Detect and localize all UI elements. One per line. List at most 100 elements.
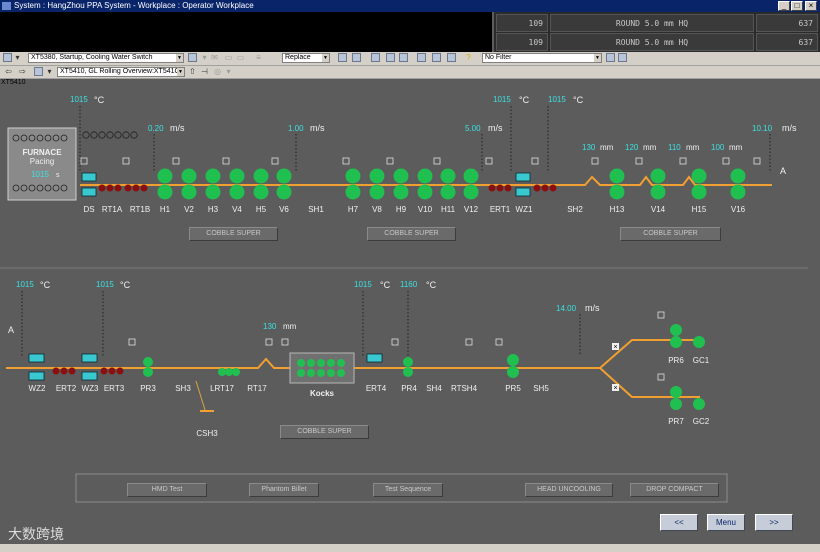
svg-text:ERT4: ERT4 xyxy=(366,384,387,393)
refresh-icon[interactable]: ◎ xyxy=(213,67,222,76)
forward-arrow-icon[interactable]: ⇨ xyxy=(18,67,27,76)
list-icon[interactable]: ≡ xyxy=(254,53,263,62)
temp-unit: °C xyxy=(94,95,105,105)
svg-text:V2: V2 xyxy=(184,205,194,214)
cobble-super-button[interactable]: COBBLE SUPER xyxy=(620,227,721,241)
cobble-super-button[interactable]: COBBLE SUPER xyxy=(280,425,369,439)
temp-unit: °C xyxy=(519,95,530,105)
chevron-down-icon: ▼ xyxy=(594,54,601,62)
phantom-billet-button[interactable]: Phantom Billet xyxy=(249,483,319,497)
svg-text:WZ2: WZ2 xyxy=(29,384,46,393)
dimension-unit: mm xyxy=(600,143,614,152)
pin-icon[interactable]: ⊣ xyxy=(200,67,209,76)
svg-text:H7: H7 xyxy=(348,205,359,214)
grid-icon[interactable] xyxy=(352,53,361,62)
hmd-test-button[interactable]: HMD Test xyxy=(127,483,207,497)
kocks-label: Kocks xyxy=(310,389,335,398)
title-bar: System : HangZhou PPA System - Workplace… xyxy=(0,0,820,12)
dropdown-icon[interactable]: ▾ xyxy=(224,67,233,76)
menu-button[interactable]: Menu xyxy=(707,514,745,531)
furnace-label: FURNACE xyxy=(22,148,62,157)
dimension-unit: mm xyxy=(686,143,700,152)
cobble-super-button[interactable]: COBBLE SUPER xyxy=(367,227,456,241)
status-squares-bottom xyxy=(128,311,665,381)
view-icon[interactable] xyxy=(3,53,12,62)
graphic-icon[interactable] xyxy=(188,53,197,62)
menu-icon[interactable]: ▾ xyxy=(45,67,54,76)
print-icon[interactable] xyxy=(417,53,426,62)
status-squares-top xyxy=(80,157,761,165)
window-title: System : HangZhou PPA System - Workplace… xyxy=(14,1,254,10)
head-uncooling-button[interactable]: HEAD UNCOOLING xyxy=(525,483,613,497)
svg-text:V10: V10 xyxy=(418,205,433,214)
svg-text:V12: V12 xyxy=(464,205,479,214)
save-icon[interactable] xyxy=(338,53,347,62)
mill-schematic: FURNACE Pacing 1015 s 1015 °C 1015 °C 10… xyxy=(0,95,808,503)
minimize-button[interactable]: _ xyxy=(778,1,790,11)
filter-select[interactable]: No Filter ▼ xyxy=(482,53,602,63)
diverter-switch-lower[interactable]: × xyxy=(612,384,619,392)
status-panel: 109 ROUND 5.0 mm HQ 637 109 ROUND 5.0 mm… xyxy=(494,12,820,52)
svg-text:GC1: GC1 xyxy=(693,356,710,365)
status-row: 109 ROUND 5.0 mm HQ 637 xyxy=(494,14,820,32)
cut-icon[interactable] xyxy=(447,53,456,62)
diverter-switch-upper[interactable]: × xyxy=(612,343,619,351)
up-arrow-icon[interactable]: ⇧ xyxy=(188,67,197,76)
filter-edit-icon[interactable] xyxy=(618,53,627,62)
layout-icon[interactable] xyxy=(386,53,395,62)
cobble-super-button[interactable]: COBBLE SUPER xyxy=(189,227,278,241)
display-icon[interactable] xyxy=(34,67,43,76)
help-icon[interactable]: ? xyxy=(464,53,473,62)
test-sequence-button[interactable]: Test Sequence xyxy=(373,483,443,497)
svg-text:PR4: PR4 xyxy=(401,384,417,393)
svg-text:V4: V4 xyxy=(232,205,242,214)
mode-select[interactable]: Replace ▼ xyxy=(282,53,330,63)
split-icon[interactable] xyxy=(399,53,408,62)
main-toolbar: ▾ XT5380, Startup, Cooling Water Switch … xyxy=(0,52,820,66)
close-icon: × xyxy=(613,344,617,351)
copy-icon[interactable] xyxy=(432,53,441,62)
dimension-unit: mm xyxy=(729,143,743,152)
dimension-unit: mm xyxy=(643,143,657,152)
mail-icon[interactable]: ✉ xyxy=(210,53,219,62)
panel-icon[interactable]: ▭ xyxy=(224,53,233,62)
filter-apply-icon[interactable] xyxy=(606,53,615,62)
dropdown-icon[interactable]: ▾ xyxy=(200,53,209,62)
svg-text:RT1B: RT1B xyxy=(130,205,150,214)
svg-text:SH2: SH2 xyxy=(567,205,583,214)
svg-text:WZ3: WZ3 xyxy=(82,384,99,393)
speed-value: 10.10 xyxy=(752,124,773,133)
svg-text:H1: H1 xyxy=(160,205,171,214)
next-display-button[interactable]: >> xyxy=(755,514,793,531)
maximize-button[interactable]: □ xyxy=(791,1,803,11)
roller-table-outline xyxy=(82,131,138,139)
dimension-value: 100 xyxy=(711,143,725,152)
menu-icon[interactable]: ▾ xyxy=(13,53,22,62)
view-select[interactable]: XT5380, Startup, Cooling Water Switch ▼ xyxy=(28,53,184,63)
previous-display-button[interactable]: << xyxy=(660,514,698,531)
furnace-box[interactable]: FURNACE Pacing 1015 s xyxy=(7,127,77,201)
temp-unit: °C xyxy=(40,280,51,290)
svg-text:H13: H13 xyxy=(610,205,625,214)
status-product: ROUND 5.0 mm HQ xyxy=(550,14,754,32)
window-icon[interactable]: ▭ xyxy=(236,53,245,62)
display-select[interactable]: XT5410, GL Rolling Overview:XT541C ▼ xyxy=(57,67,185,77)
back-arrow-icon[interactable]: ⇦ xyxy=(4,67,13,76)
document-icon[interactable] xyxy=(371,53,380,62)
close-button[interactable]: × xyxy=(805,1,817,11)
dotted-guides-top xyxy=(79,106,771,172)
svg-text:PR3: PR3 xyxy=(140,384,156,393)
kocks-block[interactable] xyxy=(289,352,355,384)
svg-text:WZ1: WZ1 xyxy=(516,205,533,214)
speed-unit: m/s xyxy=(782,123,797,133)
chevron-down-icon: ▼ xyxy=(177,68,184,76)
app-icon xyxy=(2,2,11,10)
furnace-pacing-value: 1015 xyxy=(31,170,49,179)
stand-labels-top: DS RT1A RT1B H1 V2 H3 V4 H5 V6 SH1 H7 V8… xyxy=(83,205,745,214)
temp-value: 1015 xyxy=(548,95,566,104)
drop-compact-button[interactable]: DROP COMPACT xyxy=(630,483,719,497)
temp-value: 1015 xyxy=(96,280,114,289)
water-zone-block[interactable] xyxy=(366,353,383,363)
watermark: 大数跨境 xyxy=(8,526,64,542)
line-continuation-label: A xyxy=(780,166,786,176)
